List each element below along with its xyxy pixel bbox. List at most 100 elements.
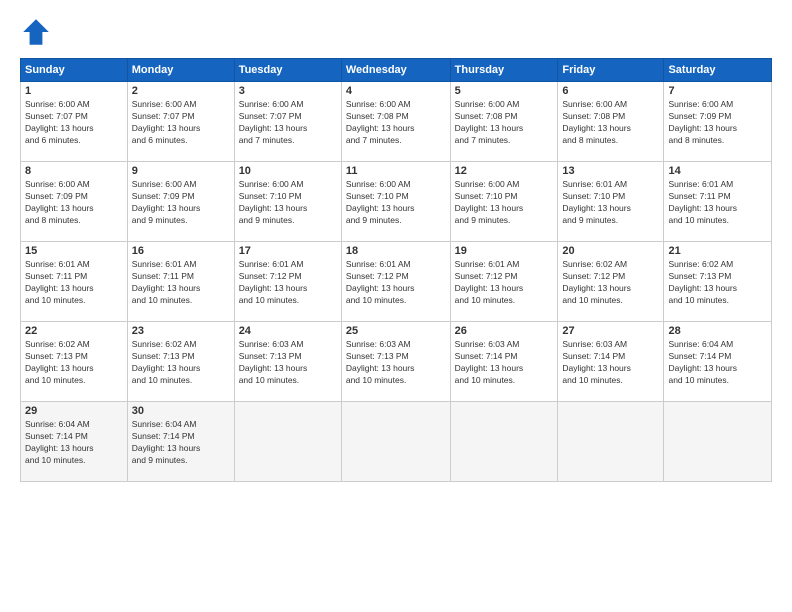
day-detail: Sunrise: 6:01 AMSunset: 7:11 PMDaylight:… <box>668 179 767 227</box>
calendar-cell <box>341 402 450 482</box>
day-number: 18 <box>346 245 446 257</box>
calendar-cell: 2 Sunrise: 6:00 AMSunset: 7:07 PMDaylight… <box>127 82 234 162</box>
weekday-row: SundayMondayTuesdayWednesdayThursdayFrid… <box>21 59 772 82</box>
calendar-body: 1 Sunrise: 6:00 AMSunset: 7:07 PMDaylight… <box>21 82 772 482</box>
calendar-cell: 28Sunrise: 6:04 AMSunset: 7:14 PMDayligh… <box>664 322 772 402</box>
day-detail: Sunrise: 6:01 AMSunset: 7:12 PMDaylight:… <box>346 259 446 307</box>
day-number: 21 <box>668 245 767 257</box>
day-detail: Sunrise: 6:00 AMSunset: 7:10 PMDaylight:… <box>239 179 337 227</box>
calendar-cell: 11 Sunrise: 6:00 AMSunset: 7:10 PMDayligh… <box>341 162 450 242</box>
calendar: SundayMondayTuesdayWednesdayThursdayFrid… <box>20 58 772 482</box>
day-detail: Sunrise: 6:03 AMSunset: 7:13 PMDaylight:… <box>239 339 337 387</box>
logo <box>20 16 56 48</box>
calendar-cell: 30Sunrise: 6:04 AMSunset: 7:14 PMDayligh… <box>127 402 234 482</box>
weekday-header-tuesday: Tuesday <box>234 59 341 82</box>
day-number: 3 <box>239 85 337 97</box>
day-number: 8 <box>25 165 123 177</box>
day-detail: Sunrise: 6:02 AMSunset: 7:13 PMDaylight:… <box>668 259 767 307</box>
day-number: 12 <box>455 165 554 177</box>
week-row-4: 22 Sunrise: 6:02 AMSunset: 7:13 PMDayligh… <box>21 322 772 402</box>
day-detail: Sunrise: 6:00 AMSunset: 7:09 PMDaylight:… <box>25 179 123 227</box>
weekday-header-wednesday: Wednesday <box>341 59 450 82</box>
day-detail: Sunrise: 6:00 AMSunset: 7:09 PMDaylight:… <box>668 99 767 147</box>
calendar-cell: 29Sunrise: 6:04 AMSunset: 7:14 PMDayligh… <box>21 402 128 482</box>
day-number: 30 <box>132 405 230 417</box>
week-row-2: 8 Sunrise: 6:00 AMSunset: 7:09 PMDaylight… <box>21 162 772 242</box>
day-number: 22 <box>25 325 123 337</box>
day-detail: Sunrise: 6:00 AMSunset: 7:08 PMDaylight:… <box>562 99 659 147</box>
calendar-header: SundayMondayTuesdayWednesdayThursdayFrid… <box>21 59 772 82</box>
weekday-header-monday: Monday <box>127 59 234 82</box>
logo-icon <box>20 16 52 48</box>
day-number: 23 <box>132 325 230 337</box>
day-number: 6 <box>562 85 659 97</box>
week-row-1: 1 Sunrise: 6:00 AMSunset: 7:07 PMDaylight… <box>21 82 772 162</box>
calendar-cell: 23 Sunrise: 6:02 AMSunset: 7:13 PMDayligh… <box>127 322 234 402</box>
calendar-cell: 5 Sunrise: 6:00 AMSunset: 7:08 PMDaylight… <box>450 82 558 162</box>
week-row-3: 15 Sunrise: 6:01 AMSunset: 7:11 PMDayligh… <box>21 242 772 322</box>
calendar-cell: 16 Sunrise: 6:01 AMSunset: 7:11 PMDayligh… <box>127 242 234 322</box>
calendar-cell: 19 Sunrise: 6:01 AMSunset: 7:12 PMDayligh… <box>450 242 558 322</box>
day-detail: Sunrise: 6:01 AMSunset: 7:11 PMDaylight:… <box>25 259 123 307</box>
day-number: 11 <box>346 165 446 177</box>
day-number: 5 <box>455 85 554 97</box>
calendar-cell <box>234 402 341 482</box>
day-number: 19 <box>455 245 554 257</box>
day-detail: Sunrise: 6:00 AMSunset: 7:09 PMDaylight:… <box>132 179 230 227</box>
calendar-cell: 1 Sunrise: 6:00 AMSunset: 7:07 PMDaylight… <box>21 82 128 162</box>
day-detail: Sunrise: 6:03 AMSunset: 7:14 PMDaylight:… <box>562 339 659 387</box>
calendar-cell: 25 Sunrise: 6:03 AMSunset: 7:13 PMDayligh… <box>341 322 450 402</box>
weekday-header-sunday: Sunday <box>21 59 128 82</box>
day-detail: Sunrise: 6:00 AMSunset: 7:07 PMDaylight:… <box>132 99 230 147</box>
calendar-cell: 13Sunrise: 6:01 AMSunset: 7:10 PMDayligh… <box>558 162 664 242</box>
calendar-cell: 27 Sunrise: 6:03 AMSunset: 7:14 PMDayligh… <box>558 322 664 402</box>
day-number: 1 <box>25 85 123 97</box>
day-number: 13 <box>562 165 659 177</box>
day-number: 25 <box>346 325 446 337</box>
day-detail: Sunrise: 6:00 AMSunset: 7:10 PMDaylight:… <box>455 179 554 227</box>
calendar-cell: 10 Sunrise: 6:00 AMSunset: 7:10 PMDayligh… <box>234 162 341 242</box>
day-detail: Sunrise: 6:01 AMSunset: 7:12 PMDaylight:… <box>239 259 337 307</box>
calendar-cell: 9 Sunrise: 6:00 AMSunset: 7:09 PMDaylight… <box>127 162 234 242</box>
calendar-cell: 21 Sunrise: 6:02 AMSunset: 7:13 PMDayligh… <box>664 242 772 322</box>
day-number: 17 <box>239 245 337 257</box>
day-detail: Sunrise: 6:00 AMSunset: 7:07 PMDaylight:… <box>25 99 123 147</box>
day-detail: Sunrise: 6:03 AMSunset: 7:13 PMDaylight:… <box>346 339 446 387</box>
day-detail: Sunrise: 6:00 AMSunset: 7:08 PMDaylight:… <box>346 99 446 147</box>
day-detail: Sunrise: 6:02 AMSunset: 7:13 PMDaylight:… <box>132 339 230 387</box>
page: SundayMondayTuesdayWednesdayThursdayFrid… <box>0 0 792 612</box>
day-detail: Sunrise: 6:03 AMSunset: 7:14 PMDaylight:… <box>455 339 554 387</box>
day-number: 20 <box>562 245 659 257</box>
calendar-cell: 24 Sunrise: 6:03 AMSunset: 7:13 PMDayligh… <box>234 322 341 402</box>
calendar-cell: 14 Sunrise: 6:01 AMSunset: 7:11 PMDayligh… <box>664 162 772 242</box>
day-number: 26 <box>455 325 554 337</box>
day-number: 16 <box>132 245 230 257</box>
weekday-header-saturday: Saturday <box>664 59 772 82</box>
day-number: 24 <box>239 325 337 337</box>
day-number: 7 <box>668 85 767 97</box>
calendar-cell: 8 Sunrise: 6:00 AMSunset: 7:09 PMDaylight… <box>21 162 128 242</box>
calendar-cell: 3 Sunrise: 6:00 AMSunset: 7:07 PMDaylight… <box>234 82 341 162</box>
day-detail: Sunrise: 6:04 AMSunset: 7:14 PMDaylight:… <box>668 339 767 387</box>
day-detail: Sunrise: 6:01 AMSunset: 7:11 PMDaylight:… <box>132 259 230 307</box>
calendar-cell: 20 Sunrise: 6:02 AMSunset: 7:12 PMDayligh… <box>558 242 664 322</box>
day-number: 9 <box>132 165 230 177</box>
week-row-5: 29Sunrise: 6:04 AMSunset: 7:14 PMDayligh… <box>21 402 772 482</box>
calendar-cell <box>664 402 772 482</box>
calendar-cell <box>450 402 558 482</box>
day-number: 14 <box>668 165 767 177</box>
day-detail: Sunrise: 6:02 AMSunset: 7:12 PMDaylight:… <box>562 259 659 307</box>
calendar-cell <box>558 402 664 482</box>
day-number: 2 <box>132 85 230 97</box>
day-number: 27 <box>562 325 659 337</box>
calendar-cell: 15 Sunrise: 6:01 AMSunset: 7:11 PMDayligh… <box>21 242 128 322</box>
weekday-header-friday: Friday <box>558 59 664 82</box>
day-detail: Sunrise: 6:01 AMSunset: 7:12 PMDaylight:… <box>455 259 554 307</box>
day-detail: Sunrise: 6:00 AMSunset: 7:07 PMDaylight:… <box>239 99 337 147</box>
calendar-cell: 7 Sunrise: 6:00 AMSunset: 7:09 PMDaylight… <box>664 82 772 162</box>
day-number: 10 <box>239 165 337 177</box>
day-detail: Sunrise: 6:00 AMSunset: 7:10 PMDaylight:… <box>346 179 446 227</box>
day-detail: Sunrise: 6:00 AMSunset: 7:08 PMDaylight:… <box>455 99 554 147</box>
day-number: 15 <box>25 245 123 257</box>
calendar-cell: 26 Sunrise: 6:03 AMSunset: 7:14 PMDayligh… <box>450 322 558 402</box>
